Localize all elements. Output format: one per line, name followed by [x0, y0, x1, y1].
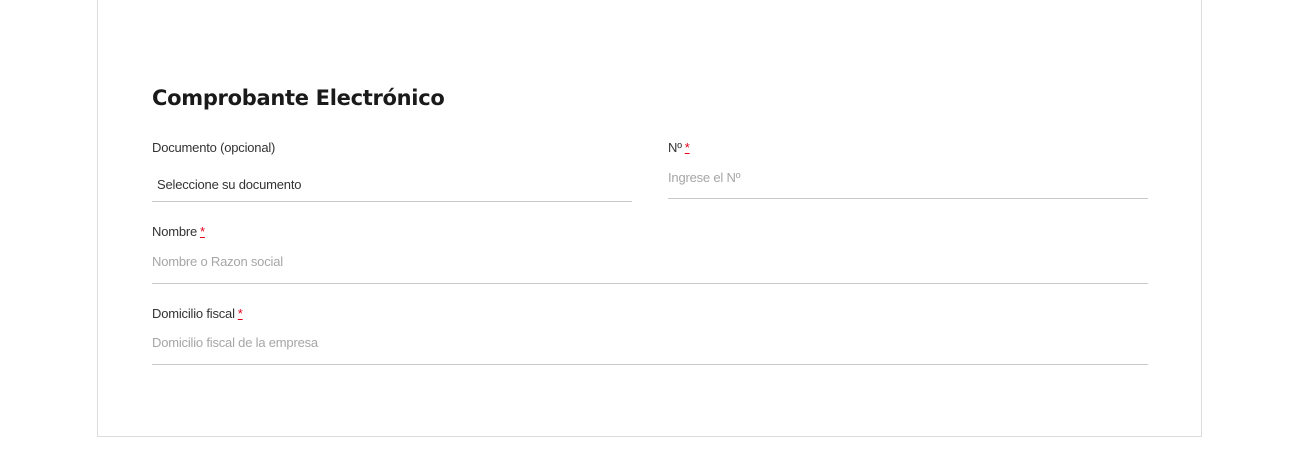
nombre-input[interactable]	[152, 253, 1148, 284]
numero-input[interactable]	[668, 169, 1148, 199]
required-mark: *	[684, 140, 690, 155]
documento-label: Documento (opcional)	[152, 140, 276, 155]
domicilio-input[interactable]	[152, 335, 1148, 365]
numero-label: Nº *	[668, 140, 690, 155]
required-mark: *	[237, 306, 243, 321]
documento-select[interactable]: Seleccione su documento	[152, 177, 632, 202]
domicilio-field: Domicilio fiscal *	[152, 306, 1148, 365]
nombre-label: Nombre *	[152, 224, 205, 239]
documento-field: Documento (opcional) Seleccione su docum…	[152, 140, 632, 202]
section-title: Comprobante Electrónico	[152, 86, 445, 110]
nombre-field: Nombre *	[152, 224, 1148, 284]
numero-field: Nº *	[668, 140, 1148, 199]
form-card	[97, 0, 1202, 437]
required-mark: *	[200, 224, 205, 239]
domicilio-label: Domicilio fiscal *	[152, 306, 243, 321]
